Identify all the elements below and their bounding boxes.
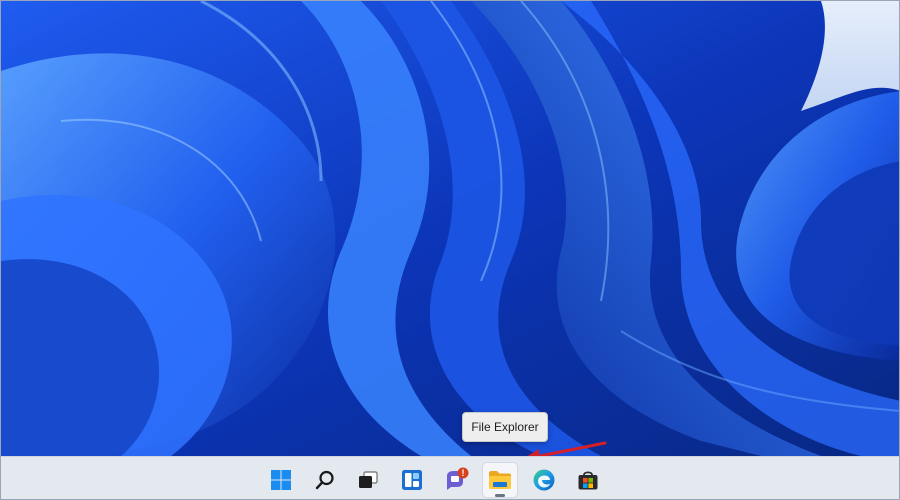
chat-button[interactable]: ! <box>438 462 474 498</box>
edge-icon <box>533 469 555 491</box>
desktop-wallpaper <box>1 1 899 456</box>
start-button[interactable] <box>263 462 299 498</box>
file-explorer-button[interactable] <box>482 462 518 498</box>
desktop-screen: File Explorer ! <box>0 0 900 500</box>
chat-notification-badge: ! <box>462 468 465 478</box>
task-view-button[interactable] <box>350 462 386 498</box>
folder-icon <box>489 471 511 489</box>
task-view-icon <box>359 471 378 488</box>
store-icon <box>578 471 598 490</box>
search-button[interactable] <box>307 462 343 498</box>
active-indicator <box>495 494 505 497</box>
taskbar: ! <box>1 456 899 499</box>
windows-logo-icon <box>271 470 291 490</box>
store-button[interactable] <box>570 462 606 498</box>
widgets-button[interactable] <box>394 462 430 498</box>
edge-button[interactable] <box>526 462 562 498</box>
widgets-icon <box>402 470 422 490</box>
file-explorer-tooltip: File Explorer <box>462 412 548 442</box>
search-icon <box>315 470 334 490</box>
chat-icon: ! <box>447 467 469 490</box>
